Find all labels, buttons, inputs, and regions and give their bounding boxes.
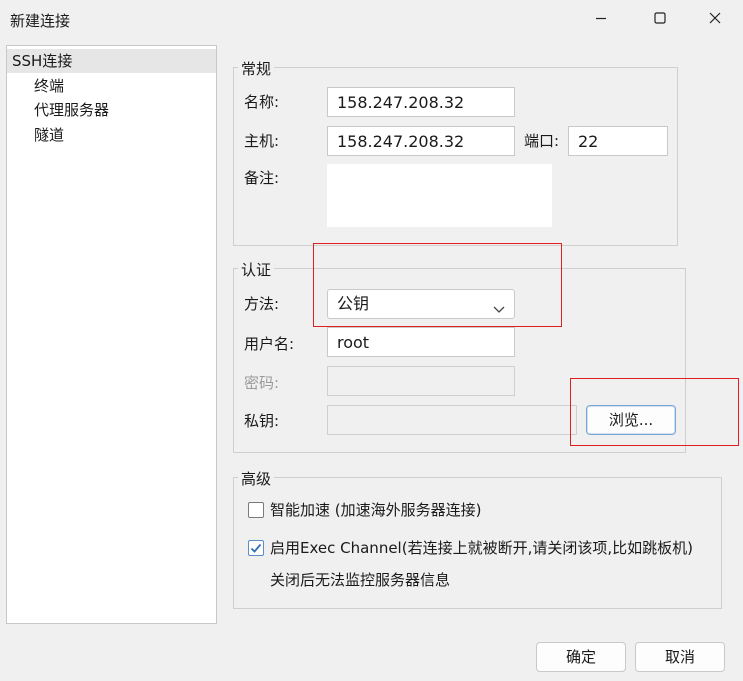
- method-select[interactable]: 公钥: [327, 289, 515, 319]
- note-input[interactable]: [327, 164, 552, 227]
- cancel-button[interactable]: 取消: [635, 642, 725, 672]
- chevron-down-icon: [492, 297, 506, 325]
- maximize-icon[interactable]: [637, 0, 683, 36]
- name-input[interactable]: [327, 87, 515, 117]
- auth-group-title: 认证: [238, 261, 275, 279]
- window-title: 新建连接: [10, 12, 71, 30]
- tree-item-proxy[interactable]: 代理服务器: [7, 98, 216, 122]
- method-select-value: 公钥: [337, 294, 370, 313]
- smart-accel-label[interactable]: 智能加速 (加速海外服务器连接): [270, 501, 481, 519]
- username-label: 用户名:: [244, 335, 295, 353]
- close-icon[interactable]: [692, 0, 738, 36]
- ok-button[interactable]: 确定: [536, 642, 626, 672]
- advanced-group-title: 高级: [238, 470, 275, 488]
- name-label: 名称:: [244, 93, 280, 111]
- browse-button[interactable]: 浏览...: [586, 405, 676, 435]
- method-label: 方法:: [244, 295, 280, 313]
- minimize-icon[interactable]: [578, 0, 624, 36]
- private-key-label: 私钥:: [244, 412, 280, 430]
- exec-channel-label[interactable]: 启用Exec Channel(若连接上就被断开,请关闭该项,比如跳板机): [270, 539, 693, 557]
- note-label: 备注:: [244, 169, 280, 187]
- private-key-input[interactable]: [327, 405, 577, 435]
- port-label: 端口:: [524, 132, 560, 150]
- checkmark-icon: [250, 543, 262, 553]
- smart-accel-checkbox[interactable]: [248, 502, 264, 518]
- tree-item-tunnel[interactable]: 隧道: [7, 123, 216, 147]
- exec-channel-note: 关闭后无法监控服务器信息: [270, 571, 451, 589]
- title-bar: 新建连接: [0, 0, 743, 38]
- tree-item-terminal[interactable]: 终端: [7, 74, 216, 98]
- host-input[interactable]: [327, 126, 515, 156]
- new-connection-dialog: 新建连接 SSH连接 终端 代理服务器 隧道 常规 名称: 主机: 端口: 备注…: [0, 0, 743, 681]
- category-tree: SSH连接 终端 代理服务器 隧道: [6, 45, 217, 624]
- host-label: 主机:: [244, 132, 280, 150]
- exec-channel-checkbox[interactable]: [248, 540, 264, 556]
- port-input[interactable]: [568, 126, 668, 156]
- password-input[interactable]: [327, 366, 515, 396]
- tree-item-ssh[interactable]: SSH连接: [7, 49, 216, 73]
- username-input[interactable]: [327, 327, 515, 357]
- password-label: 密码:: [244, 374, 280, 392]
- general-group-title: 常规: [238, 60, 275, 78]
